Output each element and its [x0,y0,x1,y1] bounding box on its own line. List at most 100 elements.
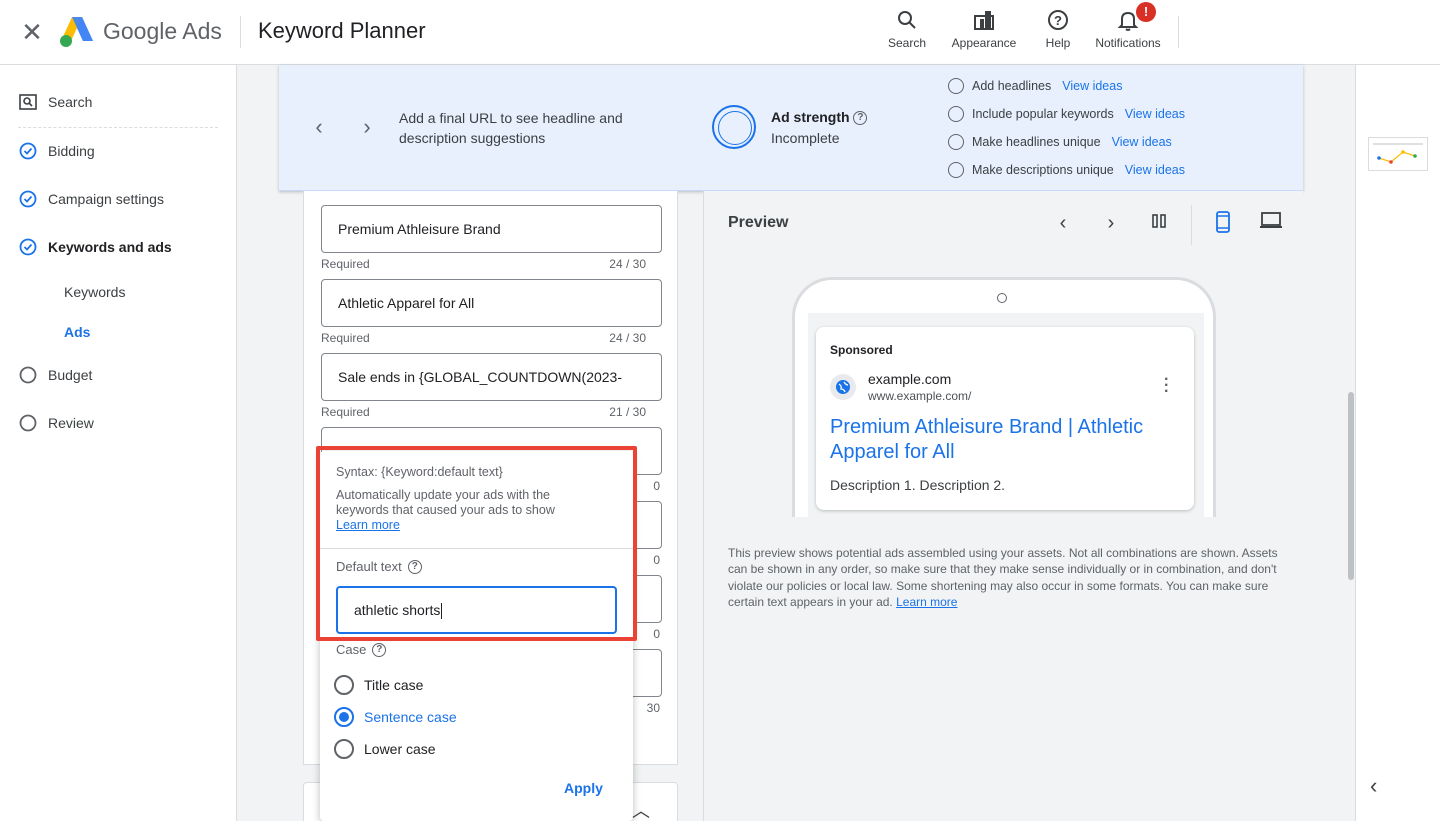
mobile-icon[interactable] [1211,211,1235,235]
appearance-label: Appearance [951,36,1017,50]
empty-circle-icon [18,413,38,433]
sidebar-item-keywords-and-ads[interactable]: Keywords and ads [18,235,172,259]
view-ideas-link[interactable]: View ideas [1062,79,1122,93]
chart-thumbnail[interactable] [1368,137,1428,171]
brand-name: Google Ads [103,18,222,44]
phone-mockup: Sponsored example.com www.example.com/ ·… [792,277,1216,517]
chevron-left-icon[interactable]: ‹ [1370,773,1377,799]
radio-lower-case[interactable]: Lower case [334,739,436,759]
headline-count: 24 / 30 [609,331,646,345]
radio-sentence-case[interactable]: Sentence case [334,707,457,727]
search-icon [898,11,916,29]
chevron-right-icon[interactable]: › [1099,211,1123,235]
empty-circle-icon [948,162,964,178]
ad-headline: Premium Athleisure Brand | Athletic Appa… [830,416,1144,463]
help-icon[interactable]: ? [372,642,387,657]
phone-camera [997,293,1007,303]
appearance-icon [974,11,994,30]
help-button[interactable]: ? Help [1018,6,1098,56]
help-label: Help [1045,36,1071,50]
search-button[interactable]: Search [867,6,947,56]
preview-title: Preview [728,214,789,231]
help-icon: ? [1048,10,1068,30]
sidebar-item-budget[interactable]: Budget [18,363,92,387]
ad-sponsored-label: Sponsored [830,343,893,357]
chevron-left-icon[interactable]: ‹ [309,116,329,138]
phone-screen: Sponsored example.com www.example.com/ ·… [808,313,1204,517]
headline-input-2[interactable]: Athletic Apparel for All [321,279,662,327]
preview-panel: Preview ‹ › Sponsored example.com www.ex… [703,191,1303,821]
tip-add-headlines: Add headlines View ideas [948,76,1122,96]
chevron-up-icon[interactable]: ︿ [632,797,650,821]
sidebar-item-label: Review [48,415,94,431]
notification-badge: ! [1136,2,1156,22]
sidebar-item-search[interactable]: Search [18,90,92,114]
empty-circle-icon [948,134,964,150]
ad-display-url: www.example.com/ [868,389,972,403]
headline-count: 24 / 30 [609,257,646,271]
ad-strength-value: Incomplete [771,130,840,146]
preview-note: This preview shows potential ads assembl… [728,546,1278,609]
check-circle-icon [18,237,38,257]
sidebar-subitem-ads[interactable]: Ads [64,324,90,340]
scrollbar[interactable] [1348,392,1354,580]
headline-hint: Required [321,331,370,345]
sidebar-item-label: Bidding [48,143,95,159]
sidebar-divider [18,127,218,128]
sidebar-item-campaign-settings[interactable]: Campaign settings [18,187,164,211]
desktop-icon[interactable] [1259,211,1283,235]
view-ideas-link[interactable]: View ideas [1112,135,1172,149]
view-ideas-link[interactable]: View ideas [1125,163,1185,177]
chevron-right-icon[interactable]: › [357,116,377,138]
right-panel: ‹ [1355,65,1440,821]
headline-hint: Required [321,257,370,271]
ad-preview-card: Sponsored example.com www.example.com/ ·… [816,327,1194,510]
more-vert-icon[interactable]: · · · [1164,372,1169,400]
ad-strength-label: Ad strength ? [771,109,868,126]
radio-selected-icon [334,707,354,727]
columns-icon[interactable] [1147,211,1171,235]
ad-domain: example.com [868,371,952,387]
radio-title-case[interactable]: Title case [334,675,423,695]
sidebar-item-label: Campaign settings [48,191,164,207]
help-icon[interactable]: ? [853,111,868,126]
tip-unique-descriptions: Make descriptions unique View ideas [948,160,1185,180]
sidebar: Search Bidding Campaign settings Keyword… [0,65,237,821]
top-bar: ✕ Google Ads Keyword Planner Search Appe… [0,0,1440,65]
preview-divider [1191,205,1192,245]
sidebar-item-review[interactable]: Review [18,411,94,435]
appearance-button[interactable]: Appearance [944,6,1024,56]
ad-description: Description 1. Description 2. [830,477,1006,493]
sidebar-item-label: Search [48,94,93,110]
headline-input-1[interactable]: Premium Athleisure Brand [321,205,662,253]
empty-circle-icon [18,365,38,385]
highlight-annotation [316,446,637,641]
ad-strength-ring [712,105,756,149]
sidebar-item-bidding[interactable]: Bidding [18,139,95,163]
check-circle-icon [18,189,38,209]
tip-unique-headlines: Make headlines unique View ideas [948,132,1172,152]
sidebar-item-label: Budget [48,367,93,383]
radio-icon [334,675,354,695]
sidebar-subitem-keywords[interactable]: Keywords [64,284,125,300]
close-icon[interactable]: ✕ [20,19,44,45]
learn-more-link[interactable]: Learn more [896,595,957,609]
header-divider [240,16,241,48]
banner-message: Add a final URL to see headline and desc… [399,110,623,146]
apply-button[interactable]: Apply [558,776,609,800]
check-circle-icon [18,141,38,161]
page-title: Keyword Planner [258,18,426,43]
notifications-button[interactable]: ! Notifications [1088,2,1168,56]
headline-hint: Required [321,405,370,419]
chevron-left-icon[interactable]: ‹ [1051,211,1075,235]
empty-circle-icon [948,78,964,94]
empty-circle-icon [948,106,964,122]
radio-icon [334,739,354,759]
ad-strength-banner: ‹ › Add a final URL to see headline and … [279,65,1303,191]
search-label: Search [887,36,927,50]
header-divider-right [1178,16,1179,48]
search-box-icon [18,92,38,112]
view-ideas-link[interactable]: View ideas [1125,107,1185,121]
headline-input-3[interactable]: Sale ends in {GLOBAL_COUNTDOWN(2023- [321,353,662,401]
case-label: Case? [336,642,387,657]
